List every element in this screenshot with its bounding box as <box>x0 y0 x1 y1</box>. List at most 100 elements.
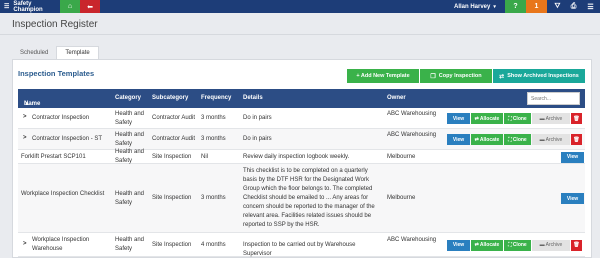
col-frequency[interactable]: Frequency <box>201 95 231 101</box>
col-owner[interactable]: Owner <box>387 95 406 101</box>
tab-template[interactable]: Template <box>56 46 99 59</box>
menu-icon: ☰ <box>587 3 594 11</box>
row-details: Review daily inspection logbook weekly. <box>243 153 350 160</box>
row-name: Workplace Inspection Warehouse <box>32 237 90 252</box>
delete-button[interactable]: 🗑 <box>571 239 582 251</box>
row-name: Contractor Inspection - ST <box>32 136 103 142</box>
view-button[interactable]: View <box>447 113 470 124</box>
menu-icon: ☰ <box>4 4 10 10</box>
allocate-icon: ⇄ <box>474 115 479 122</box>
trash-icon: 🗑 <box>573 242 580 248</box>
page-title: Inspection Register <box>12 19 98 30</box>
trash-icon: 🗑 <box>573 136 580 143</box>
archive-icon: ▬ <box>539 242 545 248</box>
clone-icon: ⛶ <box>508 136 512 143</box>
row-owner: ABC Warehousing <box>387 110 437 117</box>
row-category: Health and Safety <box>115 131 145 147</box>
copy-inspection-button[interactable]: ❐ Copy Inspection <box>420 69 492 83</box>
row-category: Health and Safety <box>115 237 145 252</box>
row-subcategory: Site Inspection <box>152 241 192 248</box>
row-name: Forklift Prestart SCP101 <box>21 153 86 160</box>
sort-asc-icon: ▲ <box>24 101 30 107</box>
panel-title: Inspection Templates <box>18 69 95 78</box>
user-name: Allan Harvey <box>454 3 491 10</box>
archive-button[interactable]: ▬ Archive <box>532 239 570 251</box>
show-archived-button[interactable]: ⇄ Show Archived Inspections <box>493 69 585 83</box>
copy-icon: ❐ <box>430 73 436 80</box>
home-button[interactable]: ⌂ <box>60 0 80 13</box>
add-new-template-button[interactable]: + Add New Template <box>347 69 419 83</box>
row-frequency: 3 months <box>201 136 226 142</box>
allocate-icon: ⇄ <box>474 136 479 143</box>
swap-icon: ⇄ <box>499 73 505 80</box>
page-header: Inspection Register <box>0 13 600 35</box>
col-subcategory[interactable]: Subcategory <box>152 95 188 101</box>
row-details: This checklist is to be completed on a q… <box>243 168 375 228</box>
back-arrow-icon: ⬅ <box>87 3 93 11</box>
clone-button[interactable]: ⛶ Clone <box>504 113 531 124</box>
row-details: Inspection to be carried out by Warehous… <box>243 241 356 257</box>
view-button[interactable]: View <box>561 151 584 163</box>
hamburger-button[interactable]: ☰ <box>580 0 600 13</box>
delete-button[interactable]: 🗑 <box>571 134 582 145</box>
row-owner: Melbourne <box>387 195 416 201</box>
row-details: Do in pairs <box>243 136 272 142</box>
notifications-button[interactable]: 1 <box>526 0 547 13</box>
row-subcategory: Site Inspection <box>152 153 192 160</box>
table-row[interactable]: > Workplace Inspection Warehouse Health an… <box>18 233 585 257</box>
clone-button[interactable]: ⛶ Clone <box>504 134 531 145</box>
allocate-button[interactable]: ⇄ Allocate <box>471 239 503 251</box>
view-button[interactable]: View <box>447 239 470 251</box>
row-subcategory: Site Inspection <box>152 195 192 201</box>
col-category[interactable]: Category <box>115 95 141 101</box>
archive-button[interactable]: ▬ Archive <box>532 134 570 145</box>
row-category: Health and Safety <box>115 190 145 206</box>
search-input[interactable] <box>527 92 580 105</box>
row-owner: Melbourne <box>387 153 416 160</box>
user-menu[interactable]: Allan Harvey ▾ <box>454 0 496 13</box>
help-button[interactable]: ? <box>505 0 526 13</box>
row-name: Workplace Inspection Checklist <box>21 190 105 197</box>
table-row[interactable]: Workplace Inspection Checklist Health and… <box>18 164 585 233</box>
archive-icon: ▬ <box>539 136 545 143</box>
allocate-button[interactable]: ⇄ Allocate <box>471 113 503 124</box>
archive-button[interactable]: ▬ Archive <box>532 113 570 124</box>
tab-scheduled[interactable]: Scheduled <box>12 46 56 59</box>
col-details[interactable]: Details <box>243 95 263 101</box>
table-row[interactable]: > Contractor Inspection Health and Safety C… <box>18 108 585 129</box>
tab-bar: Scheduled Template <box>12 46 99 59</box>
clone-icon: ⛶ <box>508 242 512 248</box>
row-owner: ABC Warehousing <box>387 237 437 243</box>
trash-icon: 🗑 <box>573 115 580 122</box>
table-header: Name ▲ Category Subcategory Frequency De… <box>18 89 585 108</box>
row-frequency: 3 months <box>201 115 226 121</box>
clone-button[interactable]: ⛶ Clone <box>504 239 531 251</box>
delete-button[interactable]: 🗑 <box>571 113 582 124</box>
chevron-right-icon[interactable]: > <box>23 135 27 141</box>
clone-icon: ⛶ <box>508 115 512 122</box>
chevron-right-icon[interactable]: > <box>23 114 27 120</box>
templates-panel: Inspection Templates + Add New Template … <box>12 59 592 258</box>
view-button[interactable]: View <box>447 134 470 145</box>
row-frequency: 4 months <box>201 241 226 248</box>
row-frequency: 3 months <box>201 195 226 201</box>
row-subcategory: Contractor Audit <box>152 115 196 121</box>
row-frequency: Nil <box>201 153 208 160</box>
print-icon: ⎙ <box>570 2 577 10</box>
app-name: Safety Champion <box>13 0 43 13</box>
row-details: Do in pairs <box>243 115 272 121</box>
archive-icon: ▬ <box>539 115 545 122</box>
table-row[interactable]: > Contractor Inspection - ST Health and Sa… <box>18 129 585 150</box>
table-row[interactable]: Forklift Prestart SCP101 Health and Safet… <box>18 149 585 164</box>
back-button[interactable]: ⬅ <box>80 0 100 13</box>
home-icon: ⌂ <box>67 3 73 10</box>
chevron-down-icon: ▾ <box>493 3 496 10</box>
view-button[interactable]: View <box>561 193 584 204</box>
row-owner: ABC Warehousing <box>387 131 437 138</box>
allocate-button[interactable]: ⇄ Allocate <box>471 134 503 145</box>
app-brand[interactable]: ☰ Safety Champion <box>0 0 60 13</box>
allocate-icon: ⇄ <box>474 242 479 248</box>
chevron-right-icon[interactable]: > <box>23 241 27 247</box>
row-subcategory: Contractor Audit <box>152 136 196 142</box>
row-name: Contractor Inspection <box>32 115 90 121</box>
